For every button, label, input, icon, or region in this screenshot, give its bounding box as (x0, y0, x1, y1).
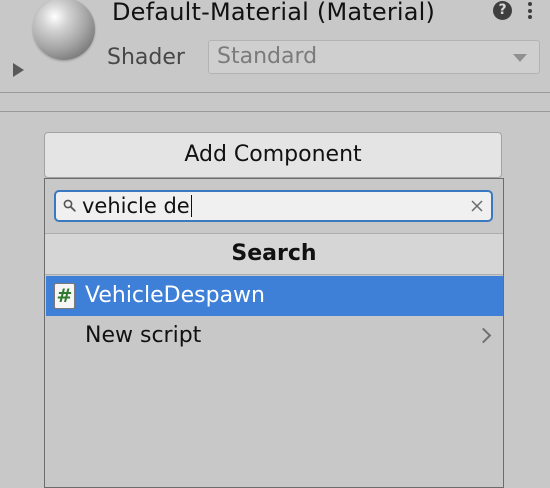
script-icon: # (54, 283, 75, 309)
component-search-input[interactable]: vehicle de (54, 190, 493, 222)
result-item-label: VehicleDespawn (85, 283, 265, 308)
add-component-popup: vehicle de Search # VehicleDespawn New s… (44, 178, 504, 488)
clear-search-icon[interactable] (469, 198, 485, 214)
material-preview-sphere-icon (33, 0, 95, 60)
result-item-vehicledespawn[interactable]: # VehicleDespawn (46, 276, 503, 316)
kebab-menu-icon[interactable] (527, 2, 533, 22)
material-title: Default-Material (Material) (112, 0, 436, 26)
search-query: vehicle de (82, 194, 192, 218)
search-icon (63, 199, 76, 212)
section-separator (0, 92, 550, 112)
help-icon[interactable]: ? (493, 1, 512, 20)
text-caret (190, 195, 192, 217)
result-item-label: New script (85, 323, 202, 348)
result-item-new-script[interactable]: New script (46, 316, 503, 356)
chevron-right-icon (475, 327, 492, 344)
search-query-text: vehicle de (82, 194, 190, 218)
shader-label: Shader (107, 45, 185, 70)
shader-value: Standard (217, 44, 318, 69)
foldout-arrow-icon[interactable] (13, 63, 24, 77)
material-header: Default-Material (Material) ? Shader Sta… (0, 0, 550, 92)
search-results-header: Search (45, 233, 503, 275)
shader-dropdown[interactable]: Standard (208, 40, 540, 74)
dropdown-arrow-icon (513, 54, 527, 62)
add-component-button[interactable]: Add Component (44, 132, 502, 178)
